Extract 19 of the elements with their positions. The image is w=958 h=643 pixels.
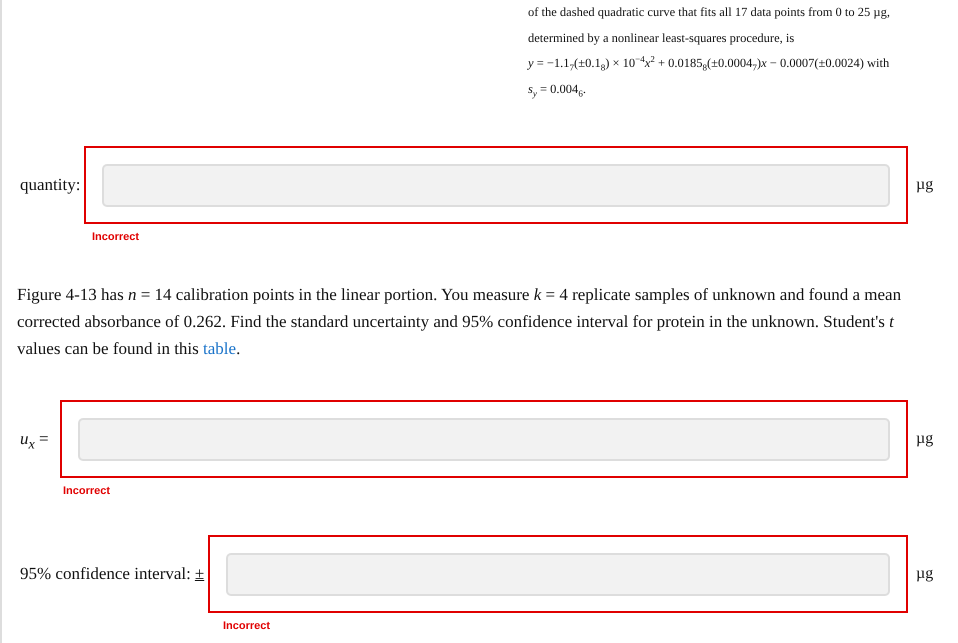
unit-label: µg — [916, 565, 934, 583]
feedback-text: Incorrect — [223, 620, 272, 632]
answer-label: quantity: — [20, 175, 80, 195]
equation-text: of the dashed quadratic curve that fits all 17 data points from 0 to 25 µg, — [528, 4, 891, 21]
table-link[interactable]: table — [203, 339, 236, 358]
unit-label: µg — [916, 176, 934, 194]
feedback-text: Incorrect — [63, 485, 112, 497]
answer-label: 95% confidence interval: — [20, 564, 191, 584]
feedback-text: Incorrect — [92, 231, 140, 243]
unit-label: µg — [916, 430, 934, 448]
equation-text: determined by a nonlinear least-squares procedure, is — [528, 30, 796, 47]
equation-text: s$_{y}$ = 0.004$_{6}$. — [528, 80, 587, 100]
answer-input-field[interactable] — [78, 418, 890, 460]
answer-input-field[interactable] — [226, 552, 890, 596]
plus-minus-sign: ± — [194, 564, 204, 584]
answer-input-field[interactable] — [102, 164, 890, 206]
equation-text: y = −1.1$_{7}$(±0.1$_{8}$) × 10$^{−4}$x$^{2}$ + 0.0185$_{8}$(±0.0004$_{7}$)x − 0.0007(±0.0024) with — [528, 52, 890, 74]
problem-text: Figure 4-13 has n = 14 calibration points in the linear portion. You measure k = 4 replicate samples of unknown and found a mean corrected absorbance of 0.262. Find the standard uncertainty and 95% confidence interval for protein in the unknown. Student's t values can be found in this table. — [17, 284, 902, 360]
answer-label: u$_{x}$ = — [20, 429, 50, 449]
